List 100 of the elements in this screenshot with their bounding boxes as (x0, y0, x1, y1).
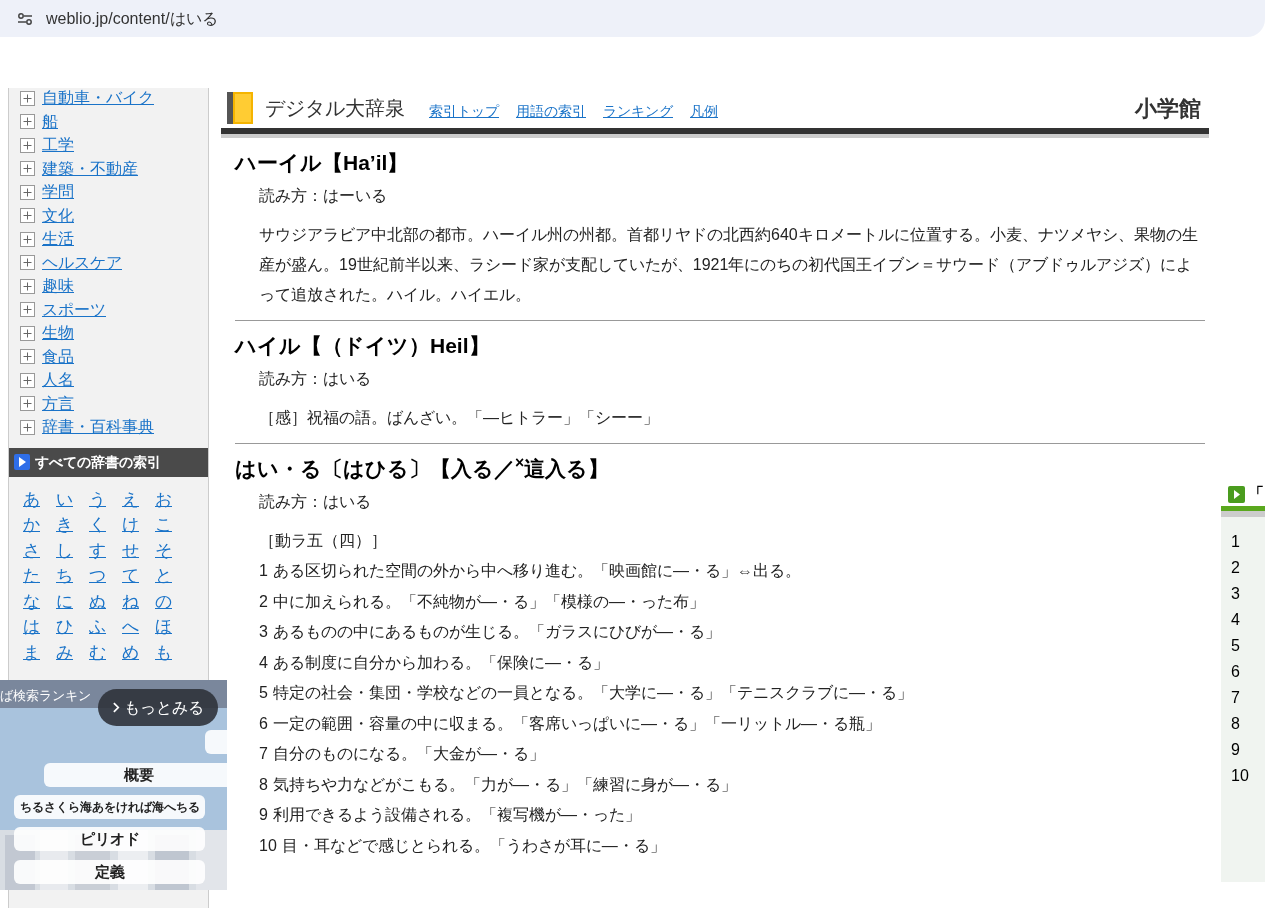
kana-link[interactable]: ち (56, 563, 89, 587)
rank-number: 7 (1231, 688, 1241, 708)
caption-card: 定義 (14, 860, 205, 884)
kana-link[interactable]: け (122, 512, 155, 536)
kana-link[interactable]: へ (122, 614, 155, 638)
expand-icon[interactable] (20, 231, 35, 247)
category-link[interactable]: 方言 (42, 391, 74, 416)
kana-link[interactable]: た (23, 563, 56, 587)
sense-number: 1 (259, 561, 268, 581)
reading-text: 読み方：はいる (258, 492, 372, 512)
sense-text: ある区切られた空間の外から中へ移り進む。「映画館に―・る」⇔出る。 (272, 561, 801, 581)
expand-icon[interactable] (20, 184, 35, 200)
category-link[interactable]: 文化 (42, 203, 74, 228)
sense-text: 自分のものになる。「大金が―・る」 (272, 744, 545, 764)
category-link[interactable]: 工学 (42, 133, 74, 158)
expand-icon[interactable] (20, 372, 35, 388)
headword: ハーイル【Ha’il】 (235, 150, 410, 176)
kana-link[interactable]: ほ (155, 614, 188, 638)
expand-icon[interactable] (20, 302, 35, 318)
expand-icon[interactable] (20, 419, 35, 435)
rank-number: 10 (1231, 766, 1250, 786)
sense-number: 3 (259, 622, 268, 642)
kana-link[interactable]: ふ (89, 614, 122, 638)
kana-link[interactable]: て (122, 563, 155, 587)
kana-link[interactable]: か (23, 512, 56, 536)
kana-link[interactable]: み (56, 639, 89, 664)
kana-link[interactable]: い (56, 486, 89, 511)
overlay-title: ば検索ランキン (0, 687, 91, 705)
kana-link[interactable]: く (89, 512, 122, 536)
sense-number: 10 (259, 835, 277, 856)
dictionary-name: デジタル大辞泉 (265, 96, 405, 121)
category-link[interactable]: 生活 (42, 227, 74, 252)
category-link[interactable]: 人名 (42, 368, 74, 393)
kana-link[interactable]: き (56, 512, 89, 536)
expand-icon[interactable] (20, 161, 35, 177)
kana-link[interactable]: お (155, 486, 188, 511)
sense-text: 中に加えられる。「不純物が―・る」「模様の―・った布」 (272, 591, 705, 612)
kana-link[interactable]: せ (122, 537, 155, 562)
url-text[interactable]: weblio.jp/content/はいる (46, 6, 218, 31)
expand-icon[interactable] (20, 208, 35, 224)
expand-icon[interactable] (20, 90, 35, 106)
category-link[interactable]: 生物 (42, 321, 74, 346)
kana-link[interactable]: う (89, 486, 122, 511)
kana-link[interactable]: つ (89, 563, 122, 587)
rank-number: 8 (1231, 714, 1241, 734)
expand-icon[interactable] (20, 137, 35, 153)
definition-text: ［動ラ五（四）］ (258, 531, 388, 551)
kana-link[interactable]: さ (23, 537, 56, 562)
category-link[interactable]: 建築・不動産 (42, 156, 138, 181)
kana-link[interactable]: え (122, 486, 155, 511)
kana-link[interactable]: な (23, 588, 56, 613)
definition-text: ［感］祝福の語。ばんざい。「―ヒトラー」「シーー」 (258, 408, 660, 428)
chevron-icon (112, 702, 120, 713)
rank-number: 6 (1231, 662, 1241, 682)
kana-link[interactable]: ひ (56, 614, 89, 638)
more-button[interactable]: もっとみる (98, 689, 218, 726)
kana-link[interactable]: こ (155, 512, 188, 536)
kana-link[interactable]: の (155, 588, 188, 613)
header-link[interactable]: 凡例 (690, 100, 718, 122)
kana-link[interactable]: と (155, 563, 188, 587)
kana-link[interactable]: あ (23, 486, 56, 511)
kana-link[interactable]: そ (155, 537, 188, 562)
sense-number: 8 (259, 774, 268, 795)
expand-icon[interactable] (20, 325, 35, 341)
kana-link[interactable]: ね (122, 588, 155, 613)
sense-text: あるものの中にあるものが生じる。「ガラスにひびが―・る」 (272, 622, 721, 642)
header-link[interactable]: 用語の索引 (516, 100, 586, 122)
expand-icon[interactable] (20, 114, 35, 130)
rank-number: 1 (1231, 532, 1241, 552)
category-link[interactable]: ヘルスケア (42, 250, 122, 275)
expand-icon[interactable] (20, 278, 35, 294)
category-link[interactable]: 趣味 (42, 274, 74, 299)
rank-number: 5 (1231, 636, 1241, 656)
kana-link[interactable]: は (23, 614, 56, 638)
expand-icon[interactable] (20, 396, 35, 412)
kana-link[interactable]: す (89, 537, 122, 562)
category-link[interactable]: 辞書・百科事典 (42, 415, 154, 440)
kana-link[interactable]: し (56, 537, 89, 562)
category-link[interactable]: 食品 (42, 344, 74, 369)
category-link[interactable]: 学問 (42, 180, 74, 205)
expand-icon[interactable] (20, 255, 35, 271)
header-link[interactable]: ランキング (603, 100, 673, 122)
kana-link[interactable]: む (89, 639, 122, 664)
site-settings-icon[interactable] (17, 11, 33, 26)
kana-link[interactable]: め (122, 639, 155, 664)
expand-icon[interactable] (20, 349, 35, 365)
play-icon (14, 454, 30, 470)
kana-link[interactable]: ま (23, 639, 56, 664)
category-link[interactable]: 船 (42, 109, 58, 134)
kana-link[interactable]: も (155, 639, 188, 664)
caption-card: ちるさくら海あをければ海へちる (14, 795, 205, 819)
category-link[interactable]: スポーツ (42, 297, 106, 322)
category-link[interactable]: 自動車・バイク (42, 86, 154, 111)
header-link[interactable]: 索引トップ (429, 100, 499, 122)
sense-text: 一定の範囲・容量の中に収まる。「客席いっぱいに―・る」「一リットル―・る瓶」 (272, 713, 881, 734)
sense-text: 気持ちや力などがこもる。「力が―・る」「練習に身が―・る」 (272, 774, 737, 795)
kana-link[interactable]: に (56, 588, 89, 613)
sense-number: 2 (259, 591, 268, 612)
kana-link[interactable]: ぬ (89, 588, 122, 613)
sense-text: 利用できるよう設備される。「複写機が―・った」 (272, 805, 641, 825)
